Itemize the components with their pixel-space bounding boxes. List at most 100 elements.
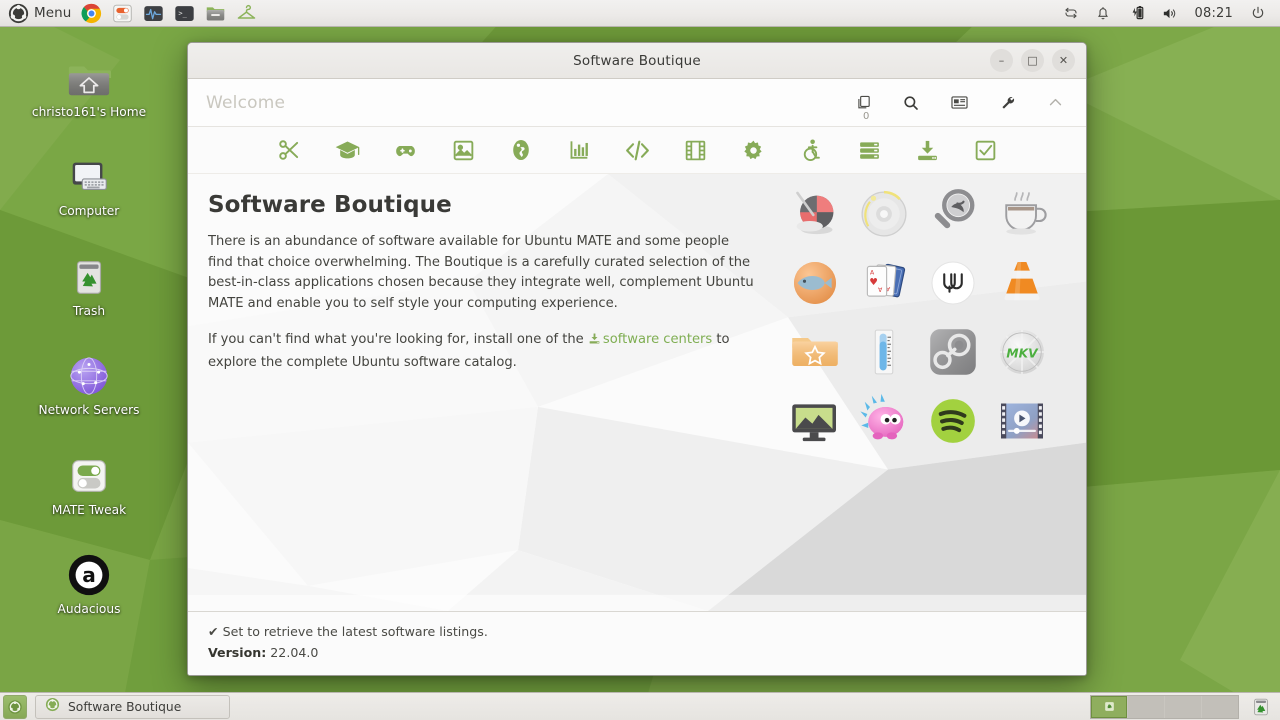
intro-paragraph: There is an abundance of software availa… bbox=[208, 234, 754, 311]
chrome-icon bbox=[81, 3, 102, 24]
notification-bell-icon[interactable] bbox=[1087, 5, 1119, 21]
accessories-scissors-icon[interactable] bbox=[271, 133, 307, 167]
taskbar-item-software-boutique[interactable]: Software Boutique bbox=[35, 694, 230, 719]
workspace-2[interactable] bbox=[1128, 695, 1164, 718]
bottom-panel: Software Boutique bbox=[0, 692, 1280, 720]
workspace-1[interactable] bbox=[1091, 695, 1127, 718]
system-gear-icon[interactable] bbox=[735, 133, 771, 167]
workspace-switcher[interactable] bbox=[1090, 694, 1239, 719]
svg-text:>_: >_ bbox=[179, 9, 188, 17]
desktop-icon-audacious[interactable]: a Audacious bbox=[29, 551, 149, 616]
audacious-icon: a bbox=[65, 551, 113, 599]
pending-changes-count: 0 bbox=[863, 110, 870, 122]
battery-charging-icon[interactable] bbox=[1119, 4, 1153, 22]
status-check-icon: ✔ bbox=[208, 624, 219, 639]
toolbar-tools: 0 bbox=[850, 88, 1068, 122]
graphics-image-icon[interactable] bbox=[445, 133, 481, 167]
office-chart-icon[interactable] bbox=[561, 133, 597, 167]
welcome-text-block: Software Boutique There is an abundance … bbox=[208, 192, 756, 389]
wire-icon bbox=[918, 248, 987, 317]
rotation-icon[interactable] bbox=[1055, 5, 1087, 21]
pending-changes-icon[interactable]: 0 bbox=[850, 88, 876, 122]
installed-check-icon[interactable] bbox=[967, 133, 1003, 167]
section-title: Welcome bbox=[206, 92, 286, 113]
system-monitor-icon bbox=[143, 3, 164, 24]
collapse-chevron-up-icon[interactable] bbox=[1042, 88, 1068, 118]
minimize-button[interactable]: – bbox=[990, 49, 1013, 72]
workspace-4[interactable] bbox=[1202, 695, 1238, 718]
trash-applet-icon[interactable] bbox=[1248, 695, 1274, 719]
menu-label: Menu bbox=[34, 5, 72, 21]
file-manager-icon bbox=[205, 3, 226, 24]
launcher-mate-tweak[interactable] bbox=[107, 1, 138, 26]
top-panel: Menu >_ 08:21 bbox=[0, 0, 1280, 27]
category-bar bbox=[188, 127, 1086, 174]
internet-globe-icon[interactable] bbox=[503, 133, 539, 167]
launcher-terminal[interactable]: >_ bbox=[169, 1, 200, 26]
favourites-folder-icon bbox=[780, 317, 849, 386]
video-editor-icon bbox=[987, 386, 1056, 455]
version-label: Version: bbox=[208, 645, 267, 660]
desktop-icon-home[interactable]: christo161's Home bbox=[29, 54, 149, 119]
launcher-system-monitor[interactable] bbox=[138, 1, 169, 26]
content-area: Software Boutique There is an abundance … bbox=[188, 174, 1086, 611]
svg-text:MKV: MKV bbox=[1006, 346, 1039, 360]
desktop-icon-label: Computer bbox=[58, 204, 120, 218]
steam-icon bbox=[918, 317, 987, 386]
thermometer-icon bbox=[849, 317, 918, 386]
desktop-icon-computer[interactable]: Computer bbox=[29, 153, 149, 218]
search-icon[interactable] bbox=[898, 88, 924, 118]
app-showcase-grid: A ♥ A A ♥ A bbox=[780, 179, 1058, 455]
universal-access-icon[interactable] bbox=[793, 133, 829, 167]
development-code-icon[interactable] bbox=[619, 133, 655, 167]
window-controls: – □ ✕ bbox=[990, 49, 1086, 72]
status-text: Set to retrieve the latest software list… bbox=[222, 624, 488, 639]
cawbird-coffee-icon bbox=[987, 179, 1056, 248]
page-title: Software Boutique bbox=[208, 192, 452, 218]
status-line: ✔ Set to retrieve the latest software li… bbox=[208, 624, 1066, 639]
svg-text:a: a bbox=[82, 563, 96, 587]
desktop-icon-trash[interactable]: Trash bbox=[29, 253, 149, 318]
vlc-cone-icon bbox=[987, 248, 1056, 317]
close-button[interactable]: ✕ bbox=[1052, 49, 1075, 72]
workspace-3[interactable] bbox=[1165, 695, 1201, 718]
window-titlebar[interactable]: Software Boutique – □ ✕ bbox=[188, 43, 1086, 79]
supertux-creature-icon bbox=[849, 386, 918, 455]
desktop-icon-label: Trash bbox=[72, 304, 106, 318]
ubuntu-mate-logo-icon bbox=[8, 3, 29, 24]
software-boutique-window: Software Boutique – □ ✕ Welcome 0 Softwa… bbox=[187, 42, 1087, 676]
spotify-icon bbox=[918, 386, 987, 455]
hanger-icon bbox=[236, 3, 257, 24]
news-icon[interactable] bbox=[946, 88, 972, 118]
show-desktop-button[interactable] bbox=[3, 694, 27, 719]
download-icon bbox=[588, 332, 601, 353]
brasero-disc-icon bbox=[849, 179, 918, 248]
maximize-button[interactable]: □ bbox=[1021, 49, 1044, 72]
power-icon[interactable] bbox=[1242, 5, 1274, 21]
taskbar-item-label: Software Boutique bbox=[68, 699, 182, 714]
home-folder-icon bbox=[65, 54, 113, 102]
svg-text:♥: ♥ bbox=[869, 276, 878, 287]
mate-tweak-icon bbox=[112, 3, 133, 24]
makemkv-icon: MKV bbox=[987, 317, 1056, 386]
desktop-icon-mate-tweak[interactable]: MATE Tweak bbox=[29, 452, 149, 517]
launcher-chrome[interactable] bbox=[76, 1, 107, 26]
software-centers-paragraph: If you can't find what you're looking fo… bbox=[208, 330, 756, 373]
volume-icon[interactable] bbox=[1153, 5, 1186, 22]
menu-button[interactable]: Menu bbox=[3, 1, 76, 26]
app-toolbar: Welcome 0 bbox=[188, 79, 1086, 127]
servers-icon[interactable] bbox=[851, 133, 887, 167]
clock[interactable]: 08:21 bbox=[1186, 6, 1242, 21]
software-centers-download-icon[interactable] bbox=[909, 133, 945, 167]
trash-icon bbox=[65, 253, 113, 301]
software-centers-link[interactable]: software centers bbox=[603, 332, 712, 347]
settings-wrench-icon[interactable] bbox=[994, 88, 1020, 118]
education-graduation-cap-icon[interactable] bbox=[329, 133, 365, 167]
multimedia-film-icon[interactable] bbox=[677, 133, 713, 167]
version-value: 22.04.0 bbox=[270, 645, 319, 660]
desktop-icon-network-servers[interactable]: Network Servers bbox=[29, 352, 149, 417]
launcher-hanger[interactable] bbox=[231, 1, 262, 26]
mate-tweak-icon bbox=[65, 452, 113, 500]
games-gamepad-icon[interactable] bbox=[387, 133, 423, 167]
launcher-file-manager[interactable] bbox=[200, 1, 231, 26]
